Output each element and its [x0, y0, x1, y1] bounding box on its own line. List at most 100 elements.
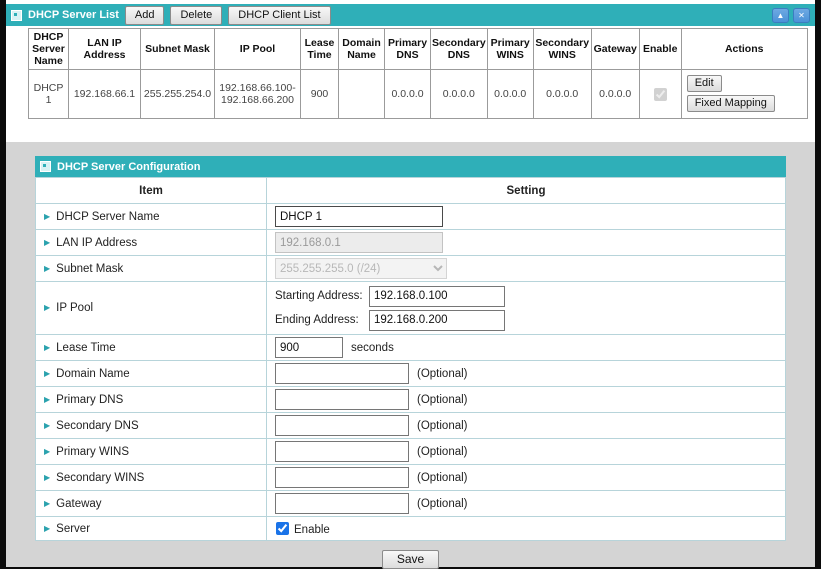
row-arrow-icon: ▶ [44, 499, 50, 508]
cell-enable [639, 70, 681, 119]
row-label: DHCP Server Name [56, 211, 159, 223]
col-ip-pool: IP Pool [215, 29, 301, 70]
config-row-lease-time: ▶ Lease Time seconds [36, 335, 786, 361]
row-arrow-icon: ▶ [44, 343, 50, 352]
cell-lease-time: 900 [301, 70, 339, 119]
window-icon [40, 161, 51, 172]
col-lease-time: Lease Time [301, 29, 339, 70]
ending-address-label: Ending Address: [275, 314, 369, 326]
lease-time-unit: seconds [351, 342, 394, 354]
cell-primary-wins: 0.0.0.0 [487, 70, 533, 119]
optional-hint: (Optional) [417, 472, 468, 484]
cell-name: DHCP 1 [29, 70, 69, 119]
row-arrow-icon: ▶ [44, 369, 50, 378]
ending-address-input[interactable] [369, 310, 505, 331]
secondary-wins-input[interactable] [275, 467, 409, 488]
dhcp-client-list-button[interactable]: DHCP Client List [228, 6, 330, 25]
config-header-row: Item Setting [36, 178, 786, 204]
col-gateway: Gateway [591, 29, 639, 70]
fixed-mapping-button[interactable]: Fixed Mapping [687, 95, 775, 112]
row-label: Server [56, 523, 90, 535]
row-label: Lease Time [56, 342, 115, 354]
config-row-ip-pool: ▶IP Pool Starting Address: Ending Addres… [36, 282, 786, 335]
page: DHCP Server List Add Delete DHCP Client … [6, 0, 815, 567]
config-row-lan-ip-address: ▶ LAN IP Address [36, 230, 786, 256]
row-label: Primary DNS [56, 394, 123, 406]
cell-primary-dns: 0.0.0.0 [385, 70, 431, 119]
cell-ip-pool: 192.168.66.100-192.168.66.200 [215, 70, 301, 119]
row-label: Subnet Mask [56, 263, 123, 275]
row-enable-checkbox [654, 88, 667, 101]
primary-dns-input[interactable] [275, 389, 409, 410]
config-row-dhcp-server-name: ▶DHCP Server Name [36, 204, 786, 230]
add-button[interactable]: Add [125, 6, 165, 25]
lease-time-input[interactable] [275, 337, 343, 358]
row-arrow-icon: ▶ [44, 524, 50, 533]
save-row: Save [6, 550, 815, 569]
optional-hint: (Optional) [417, 394, 468, 406]
row-arrow-icon: ▶ [44, 473, 50, 482]
lower-region: DHCP Server Configuration Item Setting ▶… [6, 142, 815, 567]
starting-address-input[interactable] [369, 286, 505, 307]
table-row: DHCP 1 192.168.66.1 255.255.254.0 192.16… [29, 70, 808, 119]
server-enable-label: Enable [294, 524, 330, 536]
primary-wins-input[interactable] [275, 441, 409, 462]
config-row-gateway: ▶ Gateway (Optional) [36, 491, 786, 517]
row-arrow-icon: ▶ [44, 447, 50, 456]
config-row-server: ▶ Server Enable [36, 517, 786, 541]
domain-name-input[interactable] [275, 363, 409, 384]
config-row-primary-wins: ▶ Primary WINS (Optional) [36, 439, 786, 465]
dhcp-server-list-table: DHCP Server Name LAN IP Address Subnet M… [28, 28, 808, 119]
collapse-icon[interactable]: ▲ [772, 8, 789, 23]
edit-button[interactable]: Edit [687, 75, 722, 92]
row-label: Gateway [56, 498, 101, 510]
window-icon [11, 10, 22, 21]
row-arrow-icon: ▶ [44, 421, 50, 430]
dhcp-server-configuration-header: DHCP Server Configuration [35, 156, 786, 177]
optional-hint: (Optional) [417, 420, 468, 432]
optional-hint: (Optional) [417, 446, 468, 458]
cell-subnet-mask: 255.255.254.0 [141, 70, 215, 119]
col-primary-wins: Primary WINS [487, 29, 533, 70]
row-label: IP Pool [56, 302, 93, 314]
dhcp-server-list-header: DHCP Server List Add Delete DHCP Client … [6, 4, 815, 26]
configuration-table: Item Setting ▶DHCP Server Name ▶LAN IP A… [35, 177, 786, 541]
col-subnet-mask: Subnet Mask [141, 29, 215, 70]
col-secondary-wins: Secondary WINS [533, 29, 591, 70]
row-arrow-icon: ▶ [44, 303, 50, 312]
col-actions: Actions [681, 29, 807, 70]
subnet-mask-select: 255.255.255.0 (/24) [275, 258, 447, 279]
optional-hint: (Optional) [417, 498, 468, 510]
gateway-input[interactable] [275, 493, 409, 514]
col-primary-dns: Primary DNS [385, 29, 431, 70]
server-enable-checkbox[interactable] [276, 522, 289, 535]
row-arrow-icon: ▶ [44, 264, 50, 273]
col-lan-ip-address: LAN IP Address [69, 29, 141, 70]
lan-ip-address-input [275, 232, 443, 253]
cell-lan-ip: 192.168.66.1 [69, 70, 141, 119]
secondary-dns-input[interactable] [275, 415, 409, 436]
row-label: Domain Name [56, 368, 130, 380]
row-label: LAN IP Address [56, 237, 137, 249]
row-arrow-icon: ▶ [44, 238, 50, 247]
list-header-row: DHCP Server Name LAN IP Address Subnet M… [29, 29, 808, 70]
row-arrow-icon: ▶ [44, 395, 50, 404]
dhcp-server-name-input[interactable] [275, 206, 443, 227]
col-dhcp-server-name: DHCP Server Name [29, 29, 69, 70]
save-button[interactable]: Save [382, 550, 439, 569]
col-setting: Setting [267, 178, 786, 204]
delete-button[interactable]: Delete [170, 6, 222, 25]
col-enable: Enable [639, 29, 681, 70]
row-label: Secondary WINS [56, 472, 144, 484]
cell-gateway: 0.0.0.0 [591, 70, 639, 119]
cell-actions: Edit Fixed Mapping [681, 70, 807, 119]
col-secondary-dns: Secondary DNS [431, 29, 488, 70]
optional-hint: (Optional) [417, 368, 468, 380]
row-label: Secondary DNS [56, 420, 138, 432]
row-label: Primary WINS [56, 446, 129, 458]
dhcp-server-list-title: DHCP Server List [28, 9, 119, 21]
dhcp-server-configuration-title: DHCP Server Configuration [57, 161, 200, 173]
cell-domain-name [339, 70, 385, 119]
close-icon[interactable]: ✕ [793, 8, 810, 23]
dhcp-server-configuration-panel: DHCP Server Configuration Item Setting ▶… [35, 156, 786, 541]
